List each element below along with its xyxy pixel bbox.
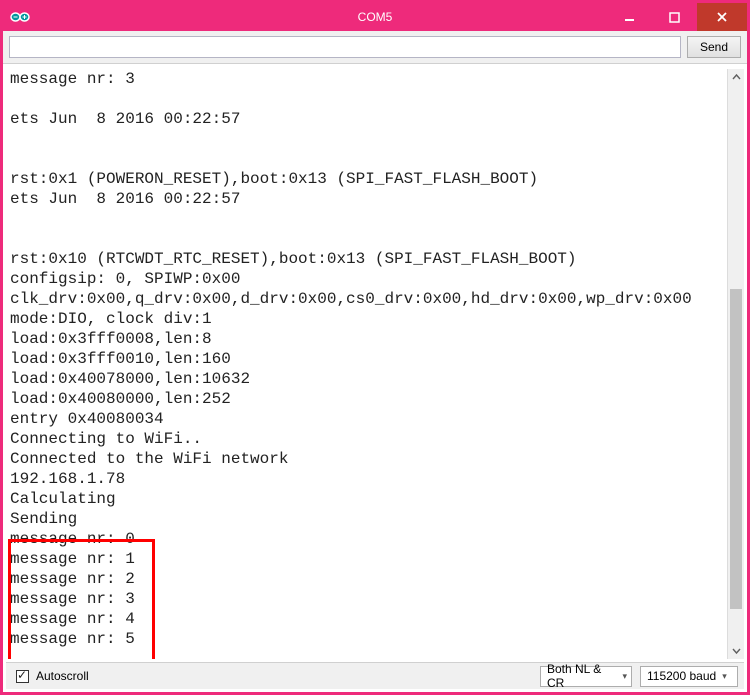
maximize-button[interactable] (652, 3, 697, 31)
baud-rate-value: 115200 baud (647, 669, 716, 683)
baud-rate-select[interactable]: 115200 baud ▾ (640, 666, 738, 687)
minimize-button[interactable] (607, 3, 652, 31)
autoscroll-label-text: Autoscroll (36, 669, 89, 683)
serial-monitor-window: COM5 Send message nr: 3 ets Jun 8 2016 0… (0, 0, 750, 695)
chevron-down-icon: ▾ (722, 671, 727, 682)
autoscroll-toggle[interactable]: Autoscroll (12, 667, 89, 686)
serial-input[interactable] (9, 36, 681, 58)
arduino-infinity-icon (9, 8, 31, 26)
line-ending-select[interactable]: Both NL & CR ▾ (540, 666, 632, 687)
chevron-down-icon (732, 646, 741, 655)
close-icon (716, 11, 728, 23)
status-bar: Autoscroll Both NL & CR ▾ 115200 baud ▾ (6, 662, 744, 689)
maximize-icon (669, 12, 680, 23)
minimize-icon (624, 12, 635, 23)
send-button[interactable]: Send (687, 36, 741, 58)
scroll-thumb[interactable] (730, 289, 742, 609)
autoscroll-checkbox[interactable] (16, 670, 29, 683)
window-controls (607, 3, 747, 31)
vertical-scrollbar[interactable] (727, 69, 744, 659)
scroll-up-button[interactable] (728, 69, 744, 86)
chevron-down-icon: ▾ (622, 671, 627, 682)
chevron-up-icon (732, 73, 741, 82)
title-bar[interactable]: COM5 (3, 3, 747, 31)
close-button[interactable] (697, 3, 747, 31)
console-output-wrap: message nr: 3 ets Jun 8 2016 00:22:57 rs… (6, 69, 744, 659)
line-ending-value: Both NL & CR (547, 662, 616, 690)
console-output: message nr: 3 ets Jun 8 2016 00:22:57 rs… (6, 69, 744, 659)
scroll-down-button[interactable] (728, 642, 744, 659)
send-row: Send (3, 31, 747, 64)
